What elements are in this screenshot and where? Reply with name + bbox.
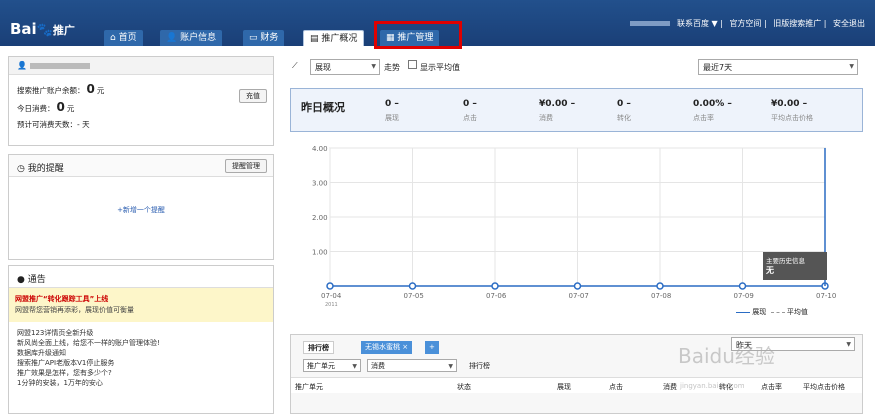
trend-icon: ⟋	[292, 61, 298, 70]
dimension-select[interactable]: 推广单元	[303, 359, 361, 372]
list-item[interactable]: 推广效果是怎样，您有多少个?	[17, 368, 265, 378]
highlight-box	[374, 21, 462, 49]
link-official[interactable]: 官方空间	[729, 19, 761, 28]
home-icon: ⌂	[110, 33, 116, 43]
speech-icon: ●	[17, 275, 25, 285]
overview-cost: ¥0.00 – 消费	[539, 99, 576, 122]
tab-keyword[interactable]: 无锡水蜜桃 ×	[361, 341, 413, 354]
chart-legend: 展现 平均值	[736, 307, 808, 317]
user-icon: 👤	[166, 33, 178, 43]
account-panel: 👤 搜索推广账户余额： 0 元 今日消费： 0 元 预计可消费天数：- 天 充值	[8, 56, 274, 146]
data-point	[491, 282, 499, 290]
col-cost[interactable]: 消费	[663, 382, 677, 392]
tab-ranking[interactable]: 排行榜	[303, 341, 334, 354]
watermark: Baidu经验	[678, 344, 775, 368]
legend-swatch-series	[736, 311, 750, 313]
y-tick-label: 1.00	[312, 249, 328, 257]
notice-highlight-title[interactable]: 网盟推广“转化跟踪工具”上线	[15, 294, 267, 305]
metric-select[interactable]: 展现	[310, 59, 380, 75]
x-tick-label: 07-05	[404, 292, 424, 300]
tab-finance[interactable]: ▭ 财务	[243, 30, 285, 46]
tab-home[interactable]: ⌂ 首页	[104, 30, 143, 46]
show-avg-label: 显示平均值	[420, 63, 460, 72]
legend-series: 展现	[752, 308, 767, 316]
data-point	[408, 282, 417, 290]
x-tick-label: 07-07	[569, 292, 589, 300]
main-panel: ⟋ 展现 走势 显示平均值 最近7天 昨日概况 0 –展现 0 –点击 ¥0.0…	[290, 56, 863, 414]
y-tick-label: 2.00	[312, 214, 328, 222]
list-item[interactable]: 搜索推广API老版本V1停止服务	[17, 358, 265, 368]
notice-highlight-body: 网盟帮您营销再添彩，展现价值可衡量	[15, 306, 134, 314]
x-tick-label: 07-06	[486, 292, 507, 300]
recharge-button[interactable]: 充值	[239, 89, 267, 103]
user-bar: 👤	[9, 57, 273, 75]
data-point	[656, 282, 664, 290]
reminder-manage-button[interactable]: 提醒管理	[225, 159, 267, 173]
rank-label: 排行榜	[469, 362, 490, 370]
link-logout[interactable]: 安全退出	[833, 19, 865, 28]
show-avg-checkbox[interactable]	[408, 60, 417, 69]
top-links: 联系百度 ▼ | 官方空间 | 旧版搜索推广 | 安全退出	[626, 18, 865, 29]
list-item[interactable]: 新风尚全面上线，给您不一样的账户管理体验!	[17, 338, 265, 348]
chart-toolbar: ⟋ 展现 走势 显示平均值 最近7天	[290, 56, 863, 78]
list-item[interactable]: 数据库升级通知	[17, 348, 265, 358]
add-reminder-link[interactable]: +新增一个提醒	[9, 205, 273, 215]
notice-header: ● 通告	[9, 266, 273, 288]
data-point	[573, 282, 582, 290]
ranking-panel: 排行榜 无锡水蜜桃 × + 昨天 推广单元 消费 排行榜 推广单元 状态 展现 …	[290, 334, 863, 414]
col-clicks[interactable]: 点击	[609, 382, 623, 392]
baidu-logo[interactable]: Bai🐾推广	[10, 20, 75, 38]
data-point	[738, 282, 747, 290]
x-tick-label: 07-08	[651, 292, 671, 300]
notice-panel: ● 通告 网盟推广“转化跟踪工具”上线 网盟帮您营销再添彩，展现价值可衡量 网盟…	[8, 265, 274, 414]
y-tick-label: 4.00	[312, 145, 328, 153]
history-tooltip: 主要历史信息无	[763, 252, 827, 280]
username-masked	[630, 21, 671, 26]
list-item[interactable]: 1分钟的安装，1万年的安心	[17, 378, 265, 388]
overview-ctr: 0.00% – 点击率	[693, 99, 732, 122]
add-tab-button[interactable]: +	[425, 341, 439, 354]
overview-impressions: 0 – 展现	[385, 99, 399, 122]
balance-row: 搜索推广账户余额： 0 元	[17, 82, 105, 96]
watermark-url: jingyan.baidu.com	[680, 382, 745, 390]
reminder-panel: ◷ 我的提醒 提醒管理 +新增一个提醒	[8, 154, 274, 260]
col-status[interactable]: 状态	[457, 382, 471, 392]
x-tick-label: 07-09	[734, 292, 754, 300]
chart-icon: ▤	[310, 34, 319, 44]
x-tick-label: 07-10	[816, 292, 836, 300]
x-tick-label: 07-04	[321, 292, 342, 300]
x-year-label: 2011	[325, 302, 338, 308]
tab-account-info[interactable]: 👤 账户信息	[160, 30, 223, 46]
overview-conversions: 0 – 转化	[617, 99, 631, 122]
overview-bar: 昨日概况 0 – 展现 0 – 点击 ¥0.00 – 消费 0 – 转化 0.00% –…	[290, 88, 863, 132]
overview-title: 昨日概况	[301, 101, 345, 114]
data-point	[326, 282, 334, 290]
y-tick-label: 3.00	[312, 180, 328, 188]
ranking-table-header: 推广单元 状态 展现 点击 消费 转化 点击率 平均点击价格	[291, 377, 862, 393]
clock-icon: ◷	[17, 164, 25, 174]
link-old-version[interactable]: 旧版搜索推广	[773, 19, 821, 28]
chart-svg: 4.00 3.00 2.00 1.00 07-04 07-05 07-06 07-07 07-0…	[312, 145, 836, 308]
link-contact[interactable]: 联系百度 ▼	[677, 19, 718, 28]
col-cpc[interactable]: 平均点击价格	[803, 382, 845, 392]
notice-highlight: 网盟推广“转化跟踪工具”上线 网盟帮您营销再添彩，展现价值可衡量	[9, 288, 273, 322]
overview-clicks: 0 – 点击	[463, 99, 477, 122]
legend-avg: 平均值	[786, 308, 808, 316]
legend-swatch-avg	[770, 311, 785, 313]
col-impressions[interactable]: 展现	[557, 382, 571, 392]
tab-overview[interactable]: ▤ 推广概况	[303, 30, 365, 46]
user-icon: 👤	[17, 61, 27, 70]
col-ctr[interactable]: 点击率	[761, 382, 782, 392]
overview-cpc: ¥0.00 – 平均点击价格	[771, 99, 813, 122]
days-row: 预计可消费天数：- 天	[17, 120, 90, 129]
card-icon: ▭	[249, 33, 258, 43]
col-unit[interactable]: 推广单元	[295, 382, 323, 392]
notice-list: 网盟123详情页全新升级 新风尚全面上线，给您不一样的账户管理体验! 数据库升级…	[9, 322, 273, 394]
today-row: 今日消费： 0 元	[17, 100, 75, 114]
trend-label: 走势	[384, 63, 400, 72]
rank-metric-select[interactable]: 消费	[367, 359, 457, 372]
list-item[interactable]: 网盟123详情页全新升级	[17, 328, 265, 338]
date-range-select[interactable]: 最近7天	[698, 59, 858, 75]
